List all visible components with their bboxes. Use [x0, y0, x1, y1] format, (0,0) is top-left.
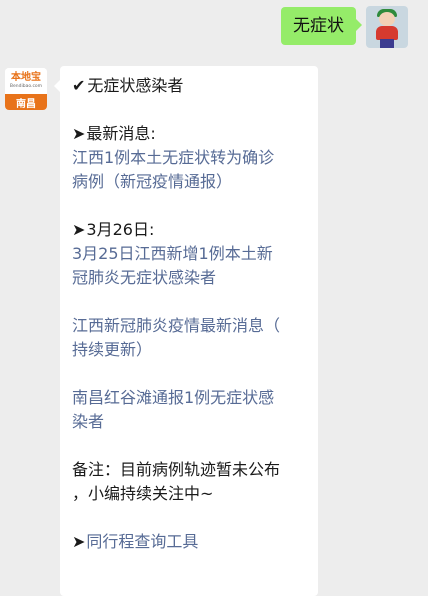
news-link-1[interactable]: 江西1例本土无症状转为确诊 病例（新冠疫情通报）	[72, 146, 312, 194]
outgoing-message: 无症状	[281, 6, 408, 48]
section-date-label: ➤3月26日:	[72, 220, 155, 239]
account-avatar[interactable]: 本地宝 Bendibao.com 南昌	[5, 68, 47, 110]
outgoing-bubble[interactable]: 无症状	[281, 7, 362, 45]
avatar-brand: 本地宝	[11, 72, 41, 83]
itinerary-tool-link[interactable]: 同行程查询工具	[86, 532, 198, 551]
news-link-4[interactable]: 南昌红谷滩通报1例无症状感 染者	[72, 386, 312, 434]
section-latest-label: ➤最新消息:	[72, 124, 156, 143]
avatar-domain: Bendibao.com	[9, 84, 43, 89]
reply-heading: ✔ 无症状感染者	[72, 76, 184, 95]
arrow-icon: ➤	[72, 532, 86, 551]
check-icon: ✔	[72, 76, 86, 95]
user-avatar[interactable]	[366, 6, 408, 48]
note-text: 备注：目前病例轨迹暂未公布 ，小编持续关注中~	[72, 460, 281, 503]
news-link-3[interactable]: 江西新冠肺炎疫情最新消息（ 持续更新）	[72, 314, 312, 362]
incoming-bubble: ✔ 无症状感染者 ➤最新消息: 江西1例本土无症状转为确诊 病例（新冠疫情通报） …	[54, 66, 318, 596]
news-link-2[interactable]: 3月25日江西新增1例本土新 冠肺炎无症状感染者	[72, 242, 312, 290]
arrow-icon: ➤	[72, 220, 86, 239]
avatar-city: 南昌	[5, 94, 47, 110]
arrow-icon: ➤	[72, 124, 86, 143]
tool-link-row: ➤同行程查询工具	[72, 530, 312, 554]
